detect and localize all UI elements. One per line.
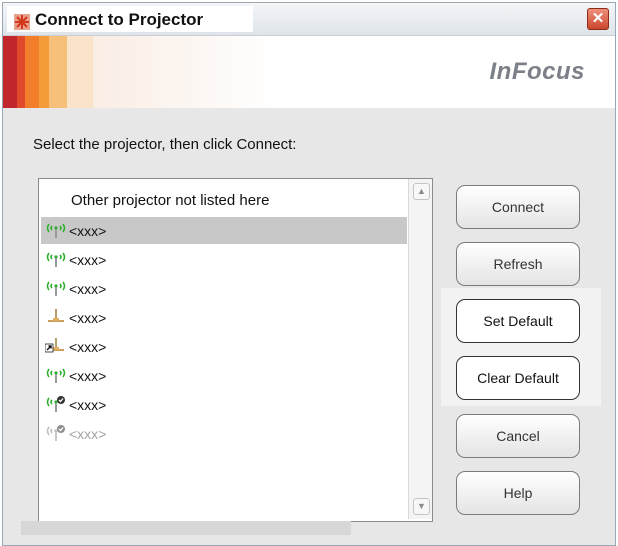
list-item-projector[interactable]: <xxx> (41, 391, 407, 418)
refresh-button[interactable]: Refresh (456, 242, 580, 286)
list-item-projector[interactable]: <xxx> (41, 420, 407, 447)
scroll-up-icon[interactable]: ▲ (413, 183, 430, 200)
list-item-projector[interactable]: <xxx> (41, 304, 407, 331)
list-item-label: <xxx> (69, 281, 107, 297)
list-item-label: <xxx> (69, 223, 107, 239)
list-item-label: <xxx> (69, 310, 107, 326)
wireless-signal-icon (46, 223, 66, 238)
list-item-projector[interactable]: <xxx> (41, 362, 407, 389)
dialog-body: Select the projector, then click Connect… (3, 109, 615, 545)
wired-network-icon (48, 309, 64, 322)
close-button[interactable]: ✕ (587, 8, 609, 30)
list-item-label: <xxx> (69, 252, 107, 268)
list-item-other-projector[interactable]: Other projector not listed here (41, 187, 407, 214)
window-title: Connect to Projector (35, 10, 204, 29)
infocus-logo: InFocus (489, 58, 585, 85)
list-item-projector[interactable]: <xxx> (41, 333, 407, 360)
list-item-projector[interactable]: <xxx> (41, 217, 407, 244)
connect-button[interactable]: Connect (456, 185, 580, 229)
wireless-signal-icon (46, 368, 66, 383)
instruction-text: Select the projector, then click Connect… (33, 136, 297, 153)
title-area: Connect to Projector (7, 6, 253, 32)
list-item-label: <xxx> (69, 368, 107, 384)
connect-to-projector-dialog: Connect to Projector ✕ InFocus Select th… (2, 2, 616, 546)
list-item-projector[interactable]: <xxx> (41, 246, 407, 273)
list-scrollbar[interactable]: ▲ ▼ (408, 179, 432, 519)
wireless-signal-icon (46, 281, 66, 296)
wired-network-shortcut-icon (45, 338, 64, 353)
cancel-button[interactable]: Cancel (456, 414, 580, 458)
help-button[interactable]: Help (456, 471, 580, 515)
clear-default-button[interactable]: Clear Default (456, 356, 580, 400)
list-item-label: <xxx> (69, 339, 107, 355)
wireless-secured-disabled-icon (46, 425, 65, 441)
list-item-label: <xxx> (69, 426, 107, 442)
projector-list[interactable]: Other projector not listed here <xxx> <x… (38, 178, 433, 522)
projector-app-icon (14, 14, 30, 30)
banner-decoration (3, 36, 93, 108)
title-bar[interactable]: Connect to Projector ✕ (3, 3, 615, 36)
brand-banner: InFocus (3, 36, 615, 108)
set-default-button[interactable]: Set Default (456, 299, 580, 343)
list-item-projector[interactable]: <xxx> (41, 275, 407, 302)
projector-list-items: Other projector not listed here <xxx> <x… (39, 179, 407, 519)
scroll-down-icon[interactable]: ▼ (413, 498, 430, 515)
list-item-label: Other projector not listed here (71, 192, 270, 209)
list-item-label: <xxx> (69, 397, 107, 413)
wireless-signal-icon (46, 252, 66, 267)
wireless-secured-icon (46, 396, 65, 412)
status-bar (21, 521, 351, 535)
